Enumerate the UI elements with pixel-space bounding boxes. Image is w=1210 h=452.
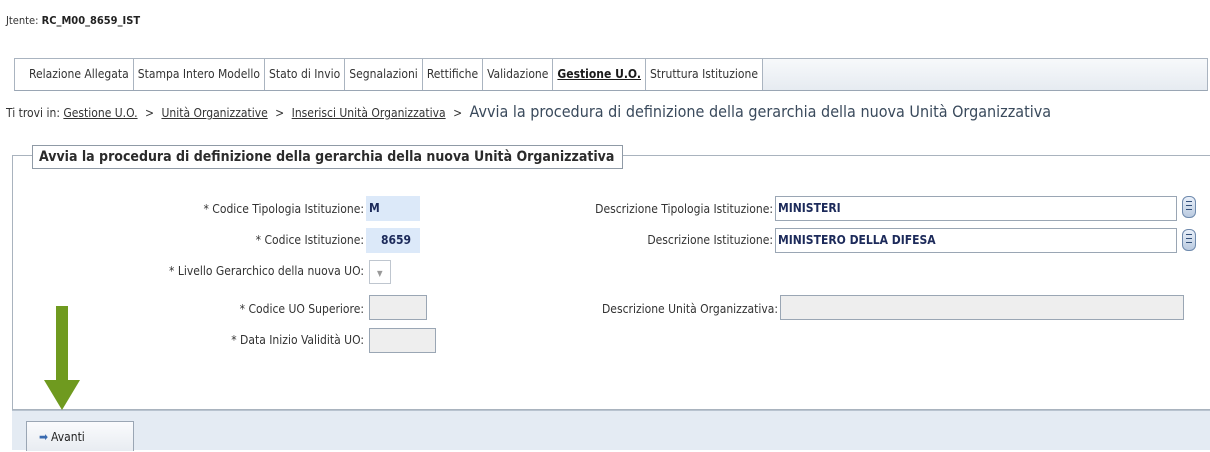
tab-struttura-istituzione[interactable]: Struttura Istituzione (646, 59, 763, 90)
livello-gerarchico-label: * Livello Gerarchico della nuova UO: (169, 264, 364, 278)
user-code: RC_M00_8659_IST (41, 14, 141, 27)
breadcrumb-link-inserisci-unita[interactable]: Inserisci Unità Organizzativa (292, 106, 446, 120)
descr-tipologia-label: Descrizione Tipologia Istituzione: (595, 202, 773, 216)
tab-stampa-intero-modello[interactable]: Stampa Intero Modello (134, 59, 265, 90)
tab-stato-di-invio[interactable]: Stato di Invio (265, 59, 346, 90)
user-label: Jtente: (6, 14, 39, 27)
codice-tipologia-label: * Codice Tipologia Istituzione: (203, 202, 364, 216)
breadcrumb: Ti trovi in: Gestione U.O. > Unità Organ… (6, 102, 1051, 121)
tab-bar: Relazione Allegata Stampa Intero Modello… (14, 58, 1208, 91)
breadcrumb-current: Avvia la procedura di definizione della … (469, 102, 1052, 121)
scroll-list-icon[interactable] (1182, 196, 1196, 218)
descr-tipologia-field[interactable]: MINISTERI (775, 196, 1177, 221)
footer-bar: ➡ Avanti (12, 410, 1210, 451)
form-panel (12, 155, 1210, 410)
codice-istituzione-field[interactable]: 8659 (366, 228, 420, 253)
breadcrumb-separator: > (453, 106, 463, 120)
descr-unita-label: Descrizione Unità Organizzativa: (601, 302, 778, 316)
data-inizio-field[interactable] (369, 328, 436, 353)
breadcrumb-separator: > (144, 106, 155, 120)
tab-rettifiche[interactable]: Rettifiche (423, 59, 484, 90)
breadcrumb-prefix: Ti trovi in: (6, 106, 60, 120)
descr-istituzione-label: Descrizione Istituzione: (647, 233, 773, 247)
codice-tipologia-field[interactable]: M (366, 196, 420, 221)
annotation-arrow-shaft (56, 306, 68, 382)
scroll-list-icon[interactable] (1182, 229, 1196, 251)
codice-uo-superiore-field[interactable] (369, 295, 427, 320)
livello-gerarchico-select[interactable]: ▼ (369, 260, 391, 284)
data-inizio-label: * Data Inizio Validità UO: (231, 333, 364, 347)
chevron-down-icon: ▼ (377, 269, 383, 278)
annotation-arrow-head (44, 380, 80, 410)
tab-segnalazioni[interactable]: Segnalazioni (345, 59, 423, 90)
breadcrumb-link-gestione-uo[interactable]: Gestione U.O. (63, 106, 137, 120)
codice-uo-superiore-label: * Codice UO Superiore: (239, 302, 364, 316)
avanti-label: Avanti (51, 430, 85, 444)
tab-gestione-uo[interactable]: Gestione U.O. (553, 59, 646, 90)
descr-unita-field[interactable] (780, 295, 1184, 320)
tabs: Relazione Allegata Stampa Intero Modello… (15, 59, 763, 90)
breadcrumb-separator: > (275, 106, 285, 120)
form-legend: Avvia la procedura di definizione della … (32, 145, 624, 169)
tab-relazione-allegata[interactable]: Relazione Allegata (15, 59, 134, 90)
descr-istituzione-field[interactable]: MINISTERO DELLA DIFESA (775, 228, 1177, 253)
breadcrumb-link-unita-organizzative[interactable]: Unità Organizzative (161, 106, 267, 120)
codice-istituzione-label: * Codice Istituzione: (255, 233, 364, 247)
arrow-right-icon: ➡ (39, 430, 49, 444)
avanti-button[interactable]: ➡ Avanti (26, 421, 134, 451)
user-line: Jtente: RC_M00_8659_IST (6, 14, 140, 27)
tab-validazione[interactable]: Validazione (483, 59, 554, 90)
